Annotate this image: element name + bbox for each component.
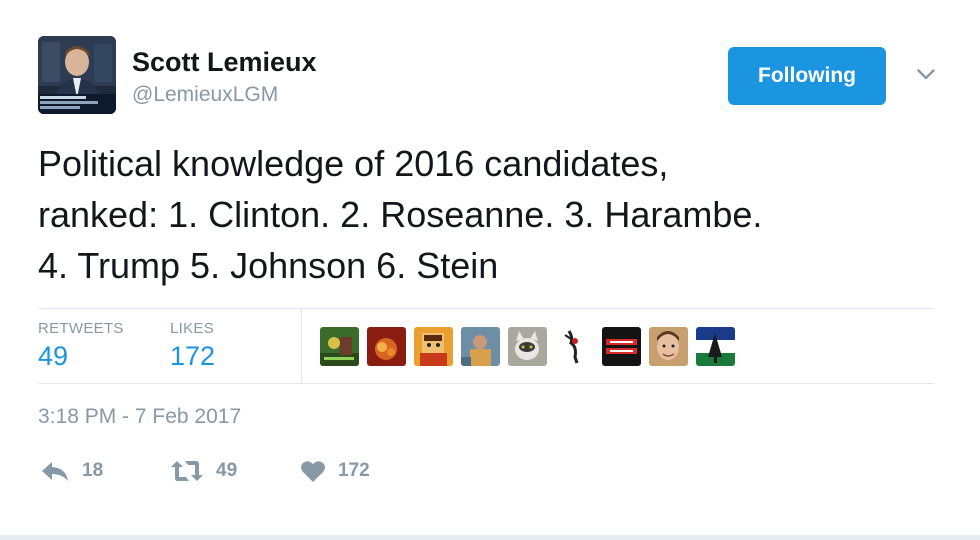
stats-divider-bottom (38, 383, 934, 384)
liker-avatars (320, 327, 735, 366)
author-avatar[interactable] (38, 36, 116, 114)
retweets-stat[interactable]: RETWEETS 49 (38, 320, 124, 372)
liker-avatar-7[interactable] (602, 327, 641, 366)
stats-separator (301, 308, 302, 384)
tweet-timestamp[interactable]: 3:18 PM - 7 Feb 2017 (38, 405, 241, 429)
liker-avatar-1[interactable] (320, 327, 359, 366)
retweets-label: RETWEETS (38, 320, 124, 337)
reply-count: 18 (82, 460, 104, 481)
chevron-down-icon[interactable] (910, 60, 942, 88)
liker-avatar-9[interactable] (696, 327, 735, 366)
liker-avatar-8[interactable] (649, 327, 688, 366)
tweet-bottom-border (0, 535, 980, 540)
heart-icon (300, 459, 326, 483)
retweet-icon (170, 459, 204, 483)
reply-icon (40, 459, 70, 483)
liker-avatar-6[interactable] (555, 327, 594, 366)
likes-stat[interactable]: LIKES 172 (170, 320, 215, 372)
like-count: 172 (338, 460, 370, 481)
tweet-text: Political knowledge of 2016 candidates, … (38, 143, 763, 286)
reply-button[interactable]: 18 (40, 456, 103, 486)
author-name[interactable]: Scott Lemieux (132, 47, 317, 78)
likes-label: LIKES (170, 320, 215, 337)
like-button[interactable]: 172 (300, 456, 370, 486)
liker-avatar-4[interactable] (461, 327, 500, 366)
liker-avatar-3[interactable] (414, 327, 453, 366)
retweets-count[interactable]: 49 (38, 341, 124, 372)
liker-avatar-2[interactable] (367, 327, 406, 366)
author-handle[interactable]: @LemieuxLGM (132, 83, 278, 107)
retweet-count: 49 (216, 460, 238, 481)
stats-divider-top (38, 308, 934, 309)
following-button[interactable]: Following (728, 47, 886, 105)
retweet-button[interactable]: 49 (170, 456, 237, 486)
liker-avatar-5[interactable] (508, 327, 547, 366)
likes-count[interactable]: 172 (170, 341, 215, 372)
